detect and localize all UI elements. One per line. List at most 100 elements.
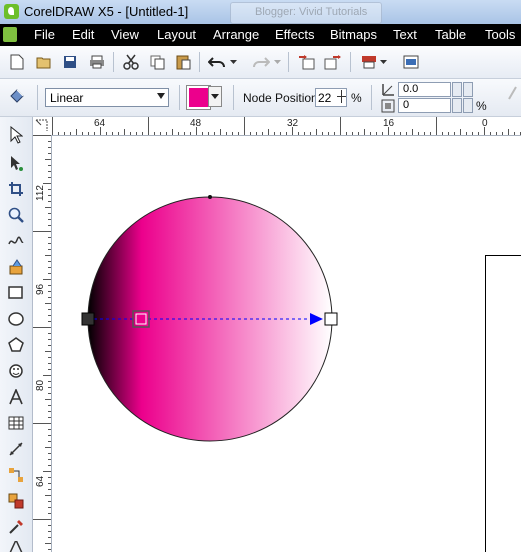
menu-file[interactable]: File (34, 27, 55, 42)
angle-value: 0.0 (403, 83, 419, 95)
node-position-label: Node Position: (243, 91, 322, 105)
ellipse-tool-icon[interactable] (6, 309, 26, 329)
vertical-ruler[interactable]: 112 96 80 64 (33, 135, 52, 552)
ruler-label: 64 (94, 118, 106, 129)
polygon-tool-icon[interactable] (6, 335, 26, 355)
cut-scissors-icon[interactable] (120, 51, 142, 73)
fill-type-value: Linear (50, 91, 84, 105)
color-dropdown-chevron-down-icon[interactable] (208, 86, 222, 107)
angle-icon (381, 82, 395, 96)
angle-spinner-secondary[interactable] (463, 82, 473, 97)
gradient-circle-layer (81, 195, 338, 442)
menu-text[interactable]: Text (393, 27, 417, 42)
menu-bar: File Edit View Layout Arrange Effects Bi… (0, 24, 521, 46)
window-title: CorelDRAW X5 - [Untitled-1] (24, 4, 189, 19)
toolbar-separator (350, 52, 351, 72)
redo-dropdown-chevron-down-icon[interactable] (272, 51, 282, 73)
ruler-label: 80 (35, 379, 46, 391)
circle-top-node[interactable] (208, 195, 212, 199)
menu-layout[interactable]: Layout (157, 27, 196, 42)
print-icon[interactable] (86, 51, 108, 73)
menu-bitmaps[interactable]: Bitmaps (330, 27, 377, 42)
undo-icon[interactable] (206, 51, 228, 73)
property-bar: Linear Node Position: 22 % 0.0 0 % (0, 79, 521, 117)
menu-arrange[interactable]: Arrange (213, 27, 259, 42)
angle-spinner[interactable] (452, 82, 462, 97)
copy-icon[interactable] (146, 51, 168, 73)
connector-tool-icon[interactable] (6, 465, 26, 485)
ruler-label: 112 (35, 185, 46, 201)
eyedropper-tool-icon[interactable] (6, 517, 26, 537)
save-icon[interactable] (59, 51, 81, 73)
ruler-label: 64 (35, 475, 46, 487)
dimension-tool-icon[interactable] (6, 439, 26, 459)
ruler-label: 48 (190, 118, 202, 129)
paste-icon[interactable] (172, 51, 194, 73)
menu-effects[interactable]: Effects (275, 27, 315, 42)
menu-view[interactable]: View (111, 27, 139, 42)
fill-type-select[interactable]: Linear (45, 88, 169, 107)
angle-input[interactable]: 0.0 (398, 82, 451, 97)
edge-pad-spinner[interactable] (452, 98, 462, 113)
ruler-label: 32 (287, 118, 299, 129)
document-icon[interactable] (3, 27, 17, 42)
application-launcher-icon[interactable] (358, 51, 380, 73)
toolbar-separator (199, 52, 200, 72)
blank-options-icon[interactable] (507, 85, 521, 101)
toolbar-separator (179, 85, 180, 110)
edge-pad-value: 0 (403, 99, 410, 111)
table-tool-icon[interactable] (6, 413, 26, 433)
launcher-dropdown-chevron-down-icon[interactable] (378, 51, 388, 73)
menu-tools[interactable]: Tools (485, 27, 515, 42)
blend-tool-icon[interactable] (6, 491, 26, 511)
smart-fill-tool-icon[interactable] (6, 257, 26, 277)
standard-toolbar: 6% (0, 46, 521, 117)
freehand-tool-icon[interactable] (6, 231, 26, 251)
background-browser-tab: Blogger: Vivid Tutorials (230, 2, 382, 24)
basic-shapes-tool-icon[interactable] (6, 361, 26, 381)
drawing-canvas[interactable] (52, 136, 521, 552)
menu-table[interactable]: Table (435, 27, 466, 42)
fill-color-swatch[interactable] (186, 85, 211, 110)
ruler-label: 16 (383, 118, 395, 129)
crop-tool-icon[interactable] (6, 179, 26, 199)
coreldraw-app-icon (4, 4, 19, 19)
welcome-screen-icon[interactable] (400, 51, 422, 73)
pick-tool-icon[interactable] (6, 125, 26, 145)
gradient-mid-node-color[interactable] (135, 313, 147, 325)
toolbar-separator (113, 52, 114, 72)
undo-dropdown-chevron-down-icon[interactable] (228, 51, 238, 73)
interactive-fill-tool-icon[interactable] (6, 85, 28, 107)
export-icon[interactable] (322, 51, 344, 73)
ruler-origin-corner[interactable] (33, 117, 53, 136)
menu-edit[interactable]: Edit (72, 27, 94, 42)
toolbar-separator (371, 85, 372, 110)
background-tab-label: Blogger: Vivid Tutorials (255, 6, 368, 18)
new-document-icon[interactable] (6, 51, 28, 73)
redo-icon[interactable] (250, 51, 272, 73)
node-position-spinner-icon[interactable] (337, 90, 346, 103)
text-tool-icon[interactable] (6, 387, 26, 407)
ruler-label: 0 (482, 118, 488, 129)
toolbox (0, 117, 33, 552)
edge-pad-percent: % (476, 99, 487, 113)
horizontal-ruler[interactable]: 64 48 32 16 0 (52, 117, 521, 136)
rectangle-tool-icon[interactable] (6, 283, 26, 303)
zoom-tool-magnifier-icon[interactable] (6, 205, 26, 225)
gradient-end-node[interactable] (324, 312, 338, 326)
toolbar-separator (288, 52, 289, 72)
shape-tool-icon[interactable] (6, 153, 26, 173)
outline-tool-icon[interactable] (6, 541, 26, 552)
ruler-label: 96 (35, 283, 46, 295)
title-bar: Blogger: Vivid Tutorials CorelDRAW X5 - … (0, 0, 521, 24)
toolbar-separator (37, 85, 38, 110)
edge-pad-spinner-secondary[interactable] (463, 98, 473, 113)
gradient-start-node[interactable] (81, 312, 95, 326)
edge-pad-input[interactable]: 0 (398, 98, 451, 113)
node-position-value: 22 (318, 91, 332, 105)
toolbar-separator (233, 85, 234, 110)
node-position-percent: % (351, 91, 362, 105)
edge-pad-icon (381, 99, 395, 113)
import-icon[interactable] (296, 51, 318, 73)
open-folder-icon[interactable] (33, 51, 55, 73)
